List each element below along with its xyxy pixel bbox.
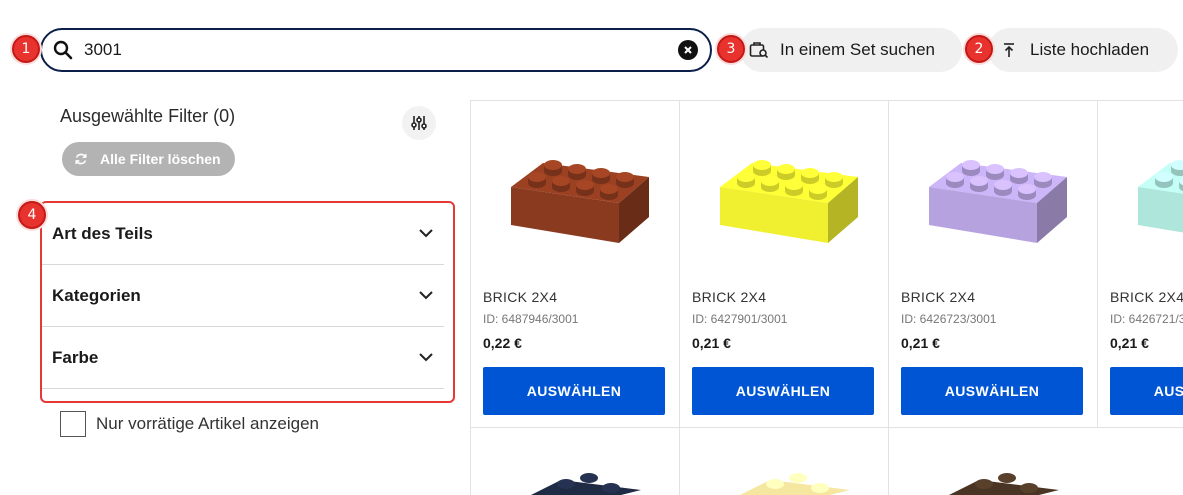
product-image[interactable] [909, 135, 1079, 255]
product-image [949, 473, 1059, 495]
product-card-partial[interactable] [470, 428, 679, 495]
accordion-label: Kategorien [52, 285, 141, 305]
clear-search-icon[interactable] [678, 40, 698, 60]
accordion-label: Farbe [52, 347, 99, 367]
product-price: 0,21 € [692, 335, 731, 351]
chevron-down-icon [418, 287, 434, 305]
product-image[interactable] [1118, 135, 1183, 255]
select-button[interactable]: AUSWÄHLEN [1110, 367, 1183, 415]
clear-filters-label: Alle Filter löschen [100, 151, 221, 167]
accordion-item-categories[interactable]: Kategorien [42, 265, 444, 327]
product-price: 0,22 € [483, 335, 522, 351]
selected-filters-title: Ausgewählte Filter (0) [60, 106, 236, 126]
product-name: BRICK 2X4 [901, 289, 976, 305]
set-search-button[interactable]: In einem Set suchen [740, 28, 962, 72]
annotation-marker-3: 3 [717, 35, 745, 63]
annotation-marker-2: 2 [965, 35, 993, 63]
select-button[interactable]: AUSWÄHLEN [692, 367, 874, 415]
filter-accordion: Art des Teils Kategorien Farbe [40, 201, 455, 403]
select-button[interactable]: AUSWÄHLEN [901, 367, 1083, 415]
in-stock-checkbox-row[interactable]: Nur vorrätige Artikel anzeigen [60, 411, 319, 437]
search-input[interactable] [74, 40, 678, 60]
product-card[interactable]: BRICK 2X4 ID: 6427901/3001 0,21 € AUSWÄH… [679, 100, 888, 428]
product-id: ID: 6487946/3001 [483, 312, 579, 326]
product-card[interactable]: BRICK 2X4 ID: 6487946/3001 0,22 € AUSWÄH… [470, 100, 679, 428]
product-grid: BRICK 2X4 ID: 6487946/3001 0,22 € AUSWÄH… [470, 100, 1183, 495]
product-image[interactable] [700, 135, 870, 255]
product-card-partial[interactable] [679, 428, 888, 495]
chevron-down-icon [418, 225, 434, 243]
clear-filters-button[interactable]: Alle Filter löschen [62, 142, 235, 176]
upload-icon [998, 39, 1020, 61]
chevron-down-icon [418, 349, 434, 367]
accordion-item-color[interactable]: Farbe [42, 327, 444, 389]
upload-list-label: Liste hochladen [1030, 40, 1150, 59]
product-card[interactable]: BRICK 2X4 ID: 6426721/3001 0,21 € AUSWÄH… [1097, 100, 1183, 428]
set-search-label: In einem Set suchen [780, 40, 935, 59]
product-price: 0,21 € [901, 335, 940, 351]
set-search-icon [748, 39, 770, 61]
filter-settings-icon[interactable] [402, 106, 436, 140]
product-id: ID: 6426723/3001 [901, 312, 997, 326]
product-id: ID: 6427901/3001 [692, 312, 788, 326]
annotation-marker-1: 1 [12, 35, 40, 63]
product-name: BRICK 2X4 [483, 289, 558, 305]
product-name: BRICK 2X4 [1110, 289, 1183, 305]
refresh-icon [74, 152, 88, 166]
product-id: ID: 6426721/3001 [1110, 312, 1183, 326]
search-icon [52, 39, 74, 61]
upload-list-button[interactable]: Liste hochladen [988, 28, 1178, 72]
product-price: 0,21 € [1110, 335, 1149, 351]
accordion-label: Art des Teils [52, 223, 153, 243]
product-card[interactable]: BRICK 2X4 ID: 6426723/3001 0,21 € AUSWÄH… [888, 100, 1097, 428]
in-stock-checkbox[interactable] [60, 411, 86, 437]
product-image [531, 473, 641, 495]
product-image [740, 473, 850, 495]
accordion-item-part-type[interactable]: Art des Teils [42, 203, 444, 265]
in-stock-label: Nur vorrätige Artikel anzeigen [96, 414, 320, 433]
annotation-marker-4: 4 [18, 201, 46, 229]
search-bar[interactable] [40, 28, 712, 72]
product-name: BRICK 2X4 [692, 289, 767, 305]
product-card-partial[interactable] [888, 428, 1097, 495]
select-button[interactable]: AUSWÄHLEN [483, 367, 665, 415]
product-image[interactable] [491, 135, 661, 255]
